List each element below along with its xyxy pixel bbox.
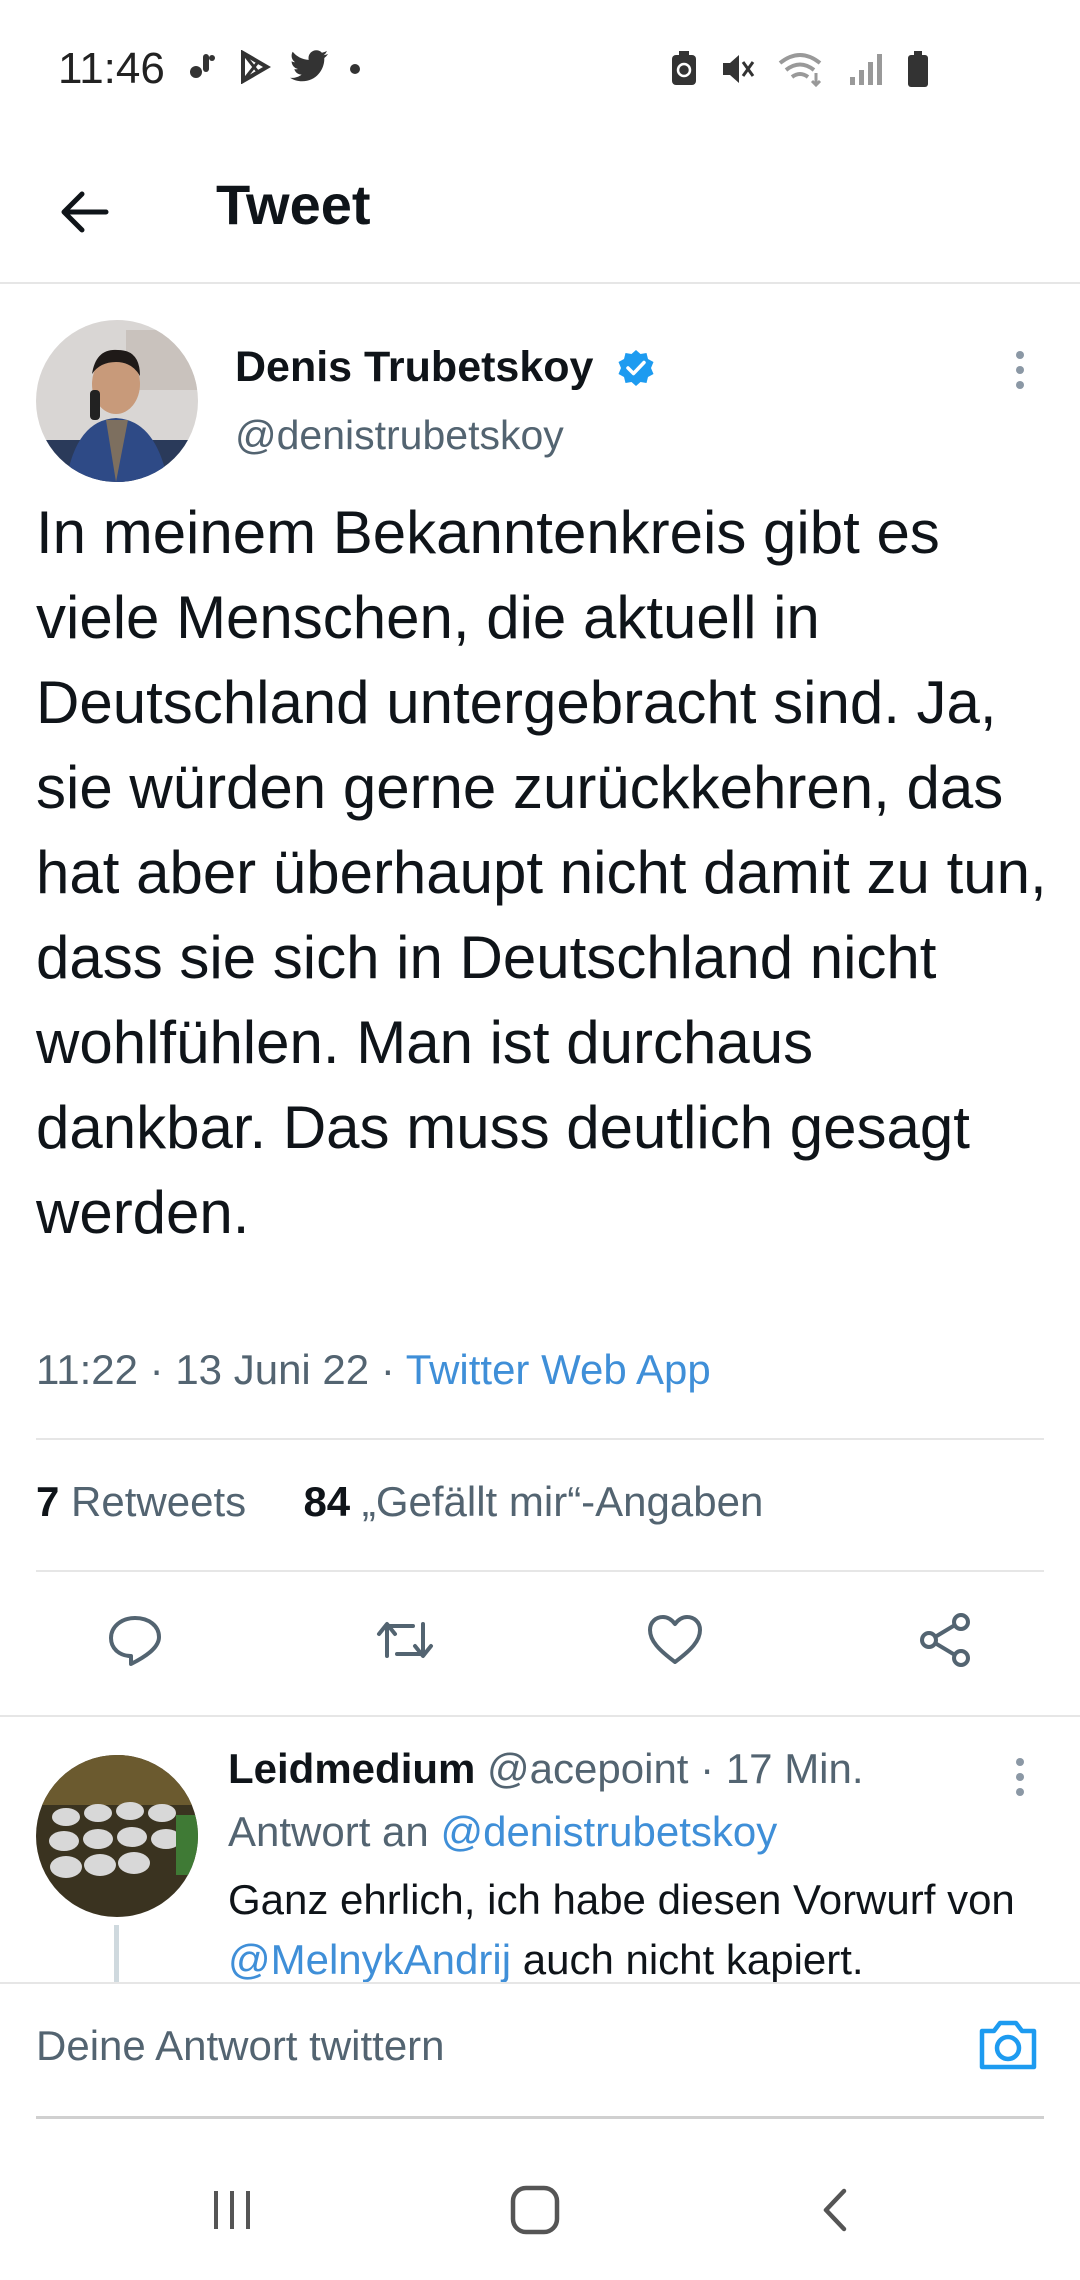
tweet-time: 11:22 [36,1346,138,1393]
share-icon [920,1613,970,1667]
reply-button[interactable] [95,1600,175,1680]
home-icon [510,2185,560,2235]
reply-age: 17 Min. [725,1745,864,1792]
status-time: 11:46 [58,44,165,93]
compose-bar: Deine Antwort twittern [0,1982,1080,2124]
author-handle[interactable]: @denistrubetskoy [235,412,564,459]
nav-back-button[interactable] [797,2170,877,2250]
reply-to-handle[interactable]: @denistrubetskoy [440,1808,777,1855]
reply-handle[interactable]: @acepoint [487,1745,688,1792]
reply-to: Antwort an @denistrubetskoy [228,1808,777,1856]
reply-more-button[interactable] [1000,1752,1040,1807]
reply-input[interactable]: Deine Antwort twittern [36,2022,445,2070]
reply-mention[interactable]: @MelnykAndrij [228,1936,511,1982]
tweet-meta: 11:22 · 13 Juni 22 · Twitter Web App [36,1346,711,1393]
camera-button[interactable] [972,2008,1044,2080]
more-options-button[interactable] [1000,345,1040,400]
system-nav-bar [0,2130,1080,2280]
retweets-count: 7 [36,1478,60,1525]
reply-text-part2: auch nicht kapiert. [522,1936,864,1982]
battery-saver-icon [670,51,698,92]
status-bar: 11:46 [0,0,1080,140]
camera-icon [979,2020,1037,2070]
likes-label: „Gefällt mir“-Angaben [361,1478,764,1525]
reply-text: Ganz ehrlich, ich habe diesen Vorwurf vo… [228,1870,1028,1982]
author-name[interactable]: Denis Trubetskoy [235,343,593,392]
divider [0,1715,1080,1717]
arrow-left-icon [61,191,109,233]
back-button[interactable] [48,176,120,248]
twitter-icon [290,50,330,89]
tweet-source-link[interactable]: Twitter Web App [406,1346,711,1393]
like-button[interactable] [635,1600,715,1680]
signal-icon [848,51,884,92]
battery-icon [906,50,930,93]
reply-icon [109,1616,161,1666]
notification-icons [186,49,362,89]
wifi-icon [778,51,826,92]
divider [36,1570,1044,1572]
reply-tweet[interactable]: Leidmedium @acepoint · 17 Min. Antwort a… [0,1740,1080,1982]
like-icon [648,1615,702,1664]
recents-button[interactable] [193,2170,273,2250]
back-icon [823,2188,847,2232]
retweet-icon [377,1622,433,1658]
play-store-icon [238,49,272,89]
page-title: Tweet [216,173,371,236]
recents-icon [214,2191,250,2229]
home-button[interactable] [495,2170,575,2250]
voicemail-icon [186,50,220,89]
reply-to-prefix: Antwort an [228,1808,429,1855]
retweets-stat[interactable]: 7 Retweets [36,1478,246,1525]
tweet-text: In meinem Bekanntenkreis gibt es viele M… [36,499,1047,1246]
reply-author-name[interactable]: Leidmedium [228,1745,475,1792]
author-avatar[interactable] [36,320,198,482]
likes-stat[interactable]: 84 „Gefällt mir“-Angaben [303,1478,763,1525]
share-button[interactable] [905,1600,985,1680]
divider [36,1438,1044,1440]
tweet-actions [0,1600,1080,1690]
tweet-date: 13 Juni 22 [175,1346,370,1393]
reply-avatar[interactable] [36,1755,198,1917]
verified-badge-icon [616,348,656,393]
mute-icon [720,51,756,92]
tweet-stats: 7 Retweets 84 „Gefällt mir“-Angaben [36,1478,763,1526]
retweet-button[interactable] [365,1600,445,1680]
top-app-bar: Tweet [0,140,1080,284]
retweets-label: Retweets [71,1478,247,1525]
reply-text-part1: Ganz ehrlich, ich habe diesen Vorwurf vo… [228,1876,1015,1923]
more-vertical-icon [1016,1758,1024,1796]
reply-header: Leidmedium @acepoint · 17 Min. [228,1745,864,1792]
input-underline [36,2116,1044,2119]
system-icons [670,50,930,93]
more-vertical-icon [1016,351,1024,389]
thread-line [114,1925,119,1982]
dot-icon [348,50,362,89]
likes-count: 84 [303,1478,351,1525]
